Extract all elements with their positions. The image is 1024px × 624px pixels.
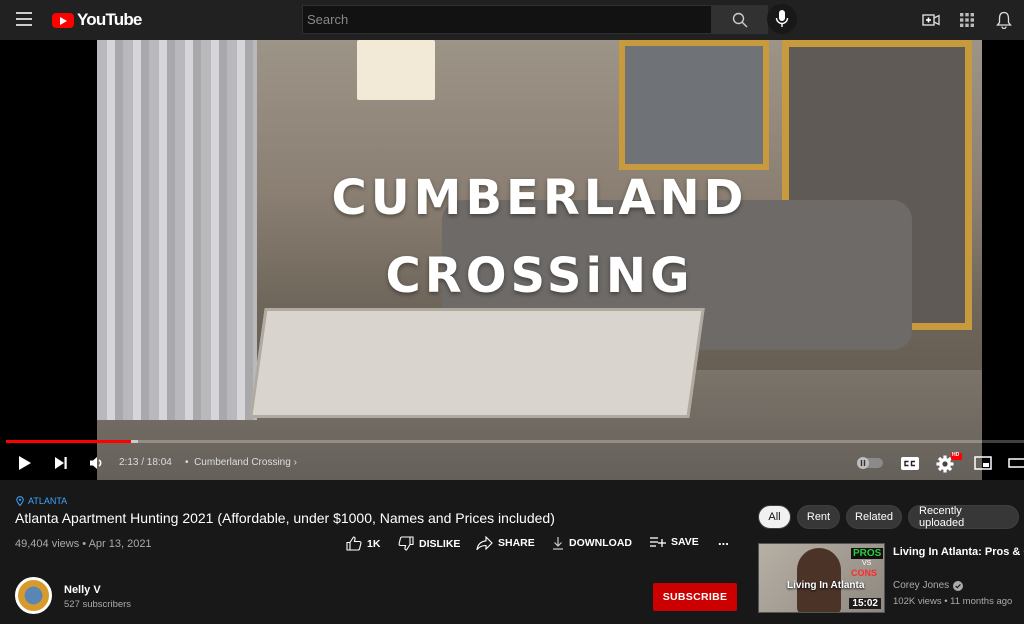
captions-button[interactable] (900, 453, 920, 473)
hd-badge: HD (952, 452, 960, 458)
play-button[interactable] (15, 453, 35, 473)
menu-icon[interactable] (16, 12, 32, 26)
video-scene-curtain (97, 40, 257, 420)
video-player[interactable]: CUMBERLAND CROSSiNG 2:13 / 18:04 • Cumbe… (0, 40, 1024, 480)
logo-text: YouTube (77, 10, 142, 29)
chip-all[interactable]: All (758, 505, 791, 529)
channel-avatar[interactable] (15, 577, 52, 614)
share-label: SHARE (498, 537, 535, 549)
more-actions-button[interactable]: ... (718, 533, 729, 548)
location-tag[interactable]: ATLANTA (16, 496, 67, 506)
play-icon (19, 456, 31, 470)
progress-bar[interactable] (6, 440, 1024, 443)
subscribe-button[interactable]: SUBSCRIBE (653, 583, 737, 611)
subscriber-count: 527 subscribers (64, 599, 132, 610)
download-label: DOWNLOAD (569, 537, 632, 549)
chapter-separator: • (185, 457, 189, 468)
search-button[interactable] (712, 5, 768, 34)
recommendation-meta: 102K views • 11 months ago (893, 596, 1013, 607)
recommendation-channel[interactable]: Corey Jones (893, 580, 964, 591)
save-button[interactable]: SAVE (650, 536, 699, 548)
dislike-label: DISLIKE (419, 537, 461, 550)
recommendation-channel-name: Corey Jones (893, 580, 950, 591)
miniplayer-icon (974, 456, 992, 470)
search-input[interactable]: Search (302, 5, 712, 34)
player-controls: 2:13 / 18:04 • Cumberland Crossing › HD (0, 447, 1024, 480)
location-pin-icon (16, 496, 24, 506)
settings-button[interactable]: HD (936, 452, 962, 473)
views-and-date: 49,404 views • Apr 13, 2021 (15, 538, 152, 550)
playlist-add-icon (650, 537, 666, 547)
more-horizontal-icon: ... (718, 533, 729, 548)
recommendation-thumbnail[interactable]: PROS VS CONS Living In Atlanta 15:02 (758, 543, 885, 613)
theater-mode-button[interactable] (1008, 453, 1024, 473)
volume-icon (90, 457, 102, 469)
apps-grid-icon[interactable] (956, 9, 978, 31)
next-icon (55, 457, 67, 469)
video-scene-lamp (357, 40, 435, 100)
time-display: 2:13 / 18:04 (119, 457, 172, 468)
autoplay-pause-icon (857, 457, 883, 469)
video-scene-mirror (619, 40, 769, 170)
thumbnail-caption: Living In Atlanta (787, 580, 865, 591)
share-icon (476, 536, 493, 550)
video-overlay-title-line2: CROSSiNG (385, 248, 694, 304)
download-button[interactable]: DOWNLOAD (552, 536, 632, 550)
save-label: SAVE (671, 536, 699, 548)
thumbs-down-icon (398, 536, 414, 551)
thumbs-up-icon (346, 536, 362, 551)
like-count: 1K (367, 537, 381, 550)
youtube-logo[interactable]: YouTube (52, 10, 142, 30)
voice-search-button[interactable] (767, 4, 797, 34)
captions-icon (901, 456, 919, 470)
thumbnail-vs-text: VS (862, 560, 872, 567)
thumbnail-cons-text: CONS (851, 568, 878, 578)
dislike-button[interactable]: DISLIKE (398, 536, 460, 551)
autoplay-toggle[interactable] (856, 453, 884, 473)
create-video-icon[interactable] (920, 9, 942, 31)
chapter-title: Cumberland Crossing (194, 457, 291, 468)
like-button[interactable]: 1K (346, 536, 380, 551)
search-placeholder: Search (307, 12, 349, 27)
chapter-title-button[interactable]: • Cumberland Crossing › (185, 457, 297, 468)
miniplayer-button[interactable] (972, 453, 994, 473)
search-icon (732, 12, 748, 27)
progress-played (6, 440, 132, 443)
download-icon (553, 537, 563, 550)
microphone-icon (775, 10, 789, 27)
top-bar: YouTube Search (0, 0, 1024, 40)
theater-icon (1008, 458, 1024, 468)
chip-rent[interactable]: Rent (797, 505, 840, 529)
recommendation-title[interactable]: Living In Atlanta: Pros & Cons (2021) (893, 544, 1024, 560)
channel-name[interactable]: Nelly V (64, 584, 101, 596)
video-frame[interactable]: CUMBERLAND CROSSiNG (97, 40, 982, 480)
thumbnail-pros-text: PROS (851, 548, 884, 559)
share-button[interactable]: SHARE (476, 536, 535, 550)
duration-badge: 15:02 (849, 598, 881, 609)
chip-related[interactable]: Related (846, 505, 902, 529)
location-label: ATLANTA (28, 496, 68, 506)
video-overlay-title-line1: CUMBERLAND (331, 170, 748, 226)
chip-recently-uploaded[interactable]: Recently uploaded (908, 505, 1019, 529)
video-scene-table (249, 308, 705, 418)
next-button[interactable] (52, 453, 70, 473)
notifications-bell-icon[interactable] (993, 9, 1015, 31)
volume-button[interactable] (88, 453, 106, 473)
video-title: Atlanta Apartment Hunting 2021 (Affordab… (15, 510, 555, 526)
verified-check-icon (953, 580, 964, 591)
youtube-logo-icon (52, 12, 74, 28)
chevron-right-icon: › (293, 457, 297, 468)
